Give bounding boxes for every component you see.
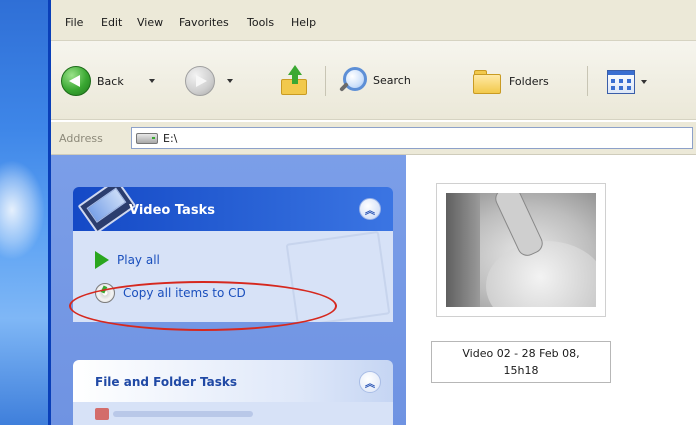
video-tasks-title: Video Tasks <box>129 203 215 218</box>
search-label: Search <box>373 73 411 87</box>
address-bar: Address E:\ <box>51 122 696 155</box>
drive-icon <box>136 132 158 144</box>
forward-arrow-icon <box>185 66 215 96</box>
back-button[interactable]: Back <box>61 66 124 96</box>
play-all-link[interactable]: Play all <box>95 251 160 269</box>
address-field[interactable]: E:\ <box>131 127 693 149</box>
menu-file[interactable]: File <box>65 16 83 29</box>
file-folder-tasks-header[interactable]: File and Folder Tasks ︽ <box>73 360 393 402</box>
file-list-area: Video 02 - 28 Feb 08, 15h18 <box>406 155 696 425</box>
play-all-label: Play all <box>117 253 160 267</box>
views-icon <box>607 70 635 94</box>
back-dropdown-icon[interactable] <box>149 79 155 83</box>
filmstrip-icon <box>77 187 137 234</box>
task-pane: Video Tasks ︽ Play all Copy all items to… <box>51 155 406 425</box>
menu-favorites[interactable]: Favorites <box>179 16 229 29</box>
up-folder-button[interactable] <box>281 65 307 95</box>
video-thumbnail[interactable] <box>436 183 606 317</box>
toolbar-separator <box>325 66 326 96</box>
address-value: E:\ <box>163 131 178 145</box>
up-folder-icon <box>281 65 307 95</box>
address-label: Address <box>59 132 103 145</box>
file-name-line1: Video 02 - 28 Feb 08, <box>462 347 580 360</box>
video-thumbnail-image <box>446 193 596 307</box>
file-folder-tasks-body <box>73 402 393 425</box>
file-folder-tasks-panel: File and Folder Tasks ︽ <box>73 360 393 425</box>
forward-button[interactable] <box>185 66 215 96</box>
menu-help[interactable]: Help <box>291 16 316 29</box>
collapse-chevron-icon[interactable]: ︽ <box>359 371 381 393</box>
toolbar-separator <box>587 66 588 96</box>
task-text-placeholder <box>113 411 253 417</box>
desktop-background <box>0 0 48 425</box>
folders-label: Folders <box>509 74 549 88</box>
search-icon <box>337 65 367 95</box>
folders-icon <box>471 68 503 94</box>
back-label: Back <box>97 74 124 88</box>
file-name-line2: 15h18 <box>503 364 539 377</box>
red-highlight-oval <box>69 281 337 331</box>
menu-view[interactable]: View <box>137 16 163 29</box>
menu-edit[interactable]: Edit <box>101 16 122 29</box>
menu-tools[interactable]: Tools <box>247 16 274 29</box>
views-button[interactable] <box>607 70 647 94</box>
task-icon <box>95 408 109 420</box>
search-button[interactable]: Search <box>337 65 411 95</box>
video-file-name[interactable]: Video 02 - 28 Feb 08, 15h18 <box>431 341 611 383</box>
collapse-chevron-icon[interactable]: ︽ <box>359 198 381 220</box>
menu-bar: File Edit View Favorites Tools Help <box>51 0 696 41</box>
desktop-cloud <box>0 160 45 260</box>
folders-button[interactable]: Folders <box>471 68 549 94</box>
views-dropdown-icon <box>641 80 647 84</box>
video-tasks-header[interactable]: Video Tasks ︽ <box>73 187 393 234</box>
forward-dropdown-icon[interactable] <box>227 79 233 83</box>
explorer-window: File Edit View Favorites Tools Help Back… <box>48 0 696 425</box>
play-icon <box>95 251 109 269</box>
file-folder-tasks-title: File and Folder Tasks <box>95 375 238 389</box>
toolbar: Back Search Folders <box>51 41 696 120</box>
back-arrow-icon <box>61 66 91 96</box>
